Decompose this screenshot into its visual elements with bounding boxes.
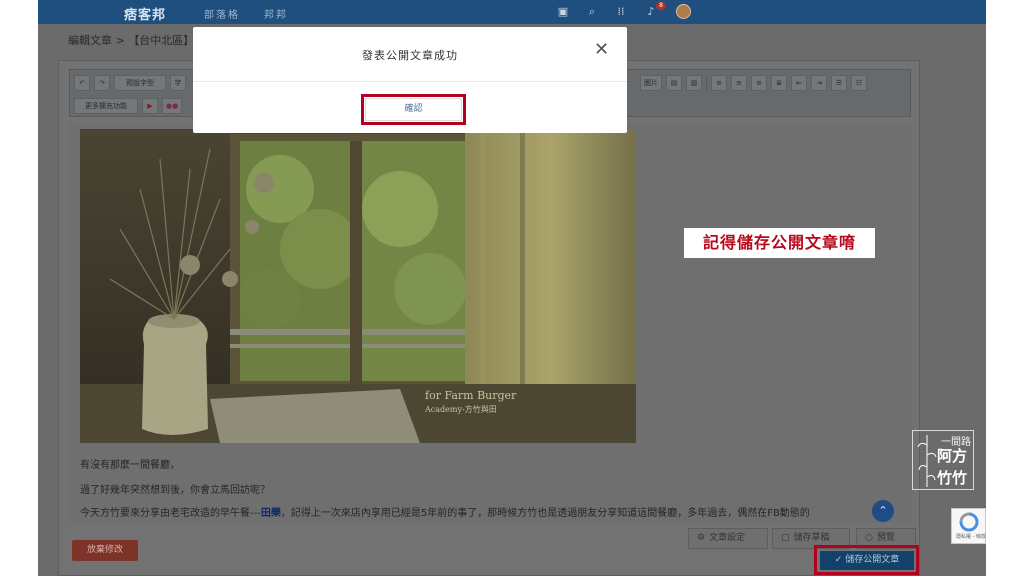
outdent-icon[interactable]: ⇤ [791, 75, 807, 91]
dialog-header: 發表公開文章成功 ✕ [193, 27, 627, 82]
image-button[interactable]: 圖片 [640, 75, 662, 91]
photo-caption-2: Academy-方竹與田 [424, 404, 497, 414]
dialog-title: 發表公開文章成功 [362, 49, 458, 62]
save-publish-button[interactable]: ✓ 儲存公開文章 [820, 551, 914, 570]
paragraph-3-lead: 今天方竹要來分享由老宅改造的早午餐--- [80, 508, 261, 519]
breadcrumb: 編輯文章 > 【台中北區】 [68, 34, 195, 47]
flickr-icon[interactable]: ●● [162, 98, 183, 114]
discard-changes-button[interactable]: 放棄修改 [72, 540, 138, 561]
scroll-to-top-button[interactable]: ⌃ [872, 500, 894, 522]
compose-icon[interactable]: ▣ [556, 5, 570, 19]
site-logo[interactable]: 痞客邦 [124, 4, 166, 23]
nav-link-bangbang[interactable]: 邦邦 [264, 6, 288, 21]
undo-icon[interactable]: ↶ [74, 75, 90, 91]
search-icon[interactable]: ⌕ [585, 5, 599, 19]
article-settings-label: 文章設定 [709, 533, 746, 543]
paste-format-icon[interactable]: ▥ [686, 75, 702, 91]
avatar[interactable] [676, 4, 691, 19]
save-publish-label: 儲存公開文章 [845, 555, 900, 565]
right-margin [986, 0, 1024, 576]
toolbar-row-1-right: 圖片 ▤ ▥ ≡ ≡ ≡ ≣ ⇤ ⇥ ☰ ☷ [640, 73, 867, 93]
toolbar-row-2: 更多擴充功能 ▶ ●● [74, 96, 183, 116]
check-icon: ✓ [834, 555, 846, 565]
font-family-select[interactable]: 預設字型 [114, 75, 166, 91]
apps-grid-icon[interactable]: ⁞⁞ [614, 5, 628, 19]
save-draft-label: 儲存草稿 [793, 533, 830, 543]
article-paragraph-2[interactable]: 過了好幾年突然想到後，你會立馬回訪呢？ [80, 481, 270, 496]
redo-icon[interactable]: ↷ [94, 75, 110, 91]
restaurant-link[interactable]: 田樂 [261, 508, 281, 519]
nav-link-blog[interactable]: 部落格 [204, 6, 240, 21]
article-photo[interactable]: for Farm Burger Academy-方竹與田 [80, 129, 636, 443]
toolbar-row-1: ↶ ↷ 預設字型 字 [74, 73, 186, 93]
article-settings-button[interactable]: ⚙ 文章設定 [688, 528, 768, 549]
magnifier-icon: ○ [865, 533, 873, 543]
preview-label: 預覽 [876, 533, 895, 543]
blog-watermark-logo: 一間路 阿方 竹竹 [912, 430, 974, 490]
align-right-icon[interactable]: ≡ [751, 75, 767, 91]
watermark-line-1: 阿方 [937, 447, 968, 465]
photo-caption-1: for Farm Burger [425, 389, 517, 402]
more-extensions-button[interactable]: 更多擴充功能 [74, 98, 138, 114]
confirm-button[interactable]: 確認 [365, 98, 462, 121]
copy-format-icon[interactable]: ▤ [666, 75, 682, 91]
close-icon[interactable]: ✕ [594, 41, 609, 59]
align-center-icon[interactable]: ≡ [731, 75, 747, 91]
article-paragraph-1[interactable]: 有沒有那麼一間餐廳， [80, 456, 180, 471]
watermark-line-2: 竹竹 [937, 469, 968, 487]
draft-icon: ▢ [781, 533, 790, 543]
top-navigation: 痞客邦 部落格 邦邦 ▣ ⌕ ⁞⁞ ♪ 8 [38, 0, 986, 24]
editor-app: 痞客邦 部落格 邦邦 ▣ ⌕ ⁞⁞ ♪ 8 編輯文章 > 【台中北區】 ↶ ↷ … [38, 0, 986, 576]
recaptcha-label[interactable]: 隱私權 - 條款 [956, 533, 986, 540]
recaptcha-icon [959, 512, 979, 532]
font-size-select[interactable]: 字 [170, 75, 186, 91]
recaptcha-badge[interactable]: 隱私權 - 條款 [951, 508, 986, 544]
indent-icon[interactable]: ⇥ [811, 75, 827, 91]
publish-success-dialog: 發表公開文章成功 ✕ 確認 [193, 27, 627, 133]
reminder-callout: 記得儲存公開文章唷 [684, 228, 875, 258]
bamboo-sprig-icon [917, 435, 937, 487]
youtube-icon[interactable]: ▶ [142, 98, 158, 114]
paragraph-3-rest: ，記得上一次來店內享用已經是5年前的事了，那時候方竹也是透過朋友分享知道這間餐廳… [280, 508, 810, 519]
numbered-list-icon[interactable]: ☷ [851, 75, 867, 91]
bullet-list-icon[interactable]: ☰ [831, 75, 847, 91]
align-left-icon[interactable]: ≡ [711, 75, 727, 91]
notification-badge: 8 [656, 2, 666, 10]
gear-icon: ⚙ [697, 533, 706, 543]
toolbar-divider [706, 76, 707, 90]
left-margin [0, 0, 38, 576]
article-paragraph-3[interactable]: 今天方竹要來分享由老宅改造的早午餐---田樂，記得上一次來店內享用已經是5年前的… [80, 504, 810, 519]
align-justify-icon[interactable]: ≣ [771, 75, 787, 91]
